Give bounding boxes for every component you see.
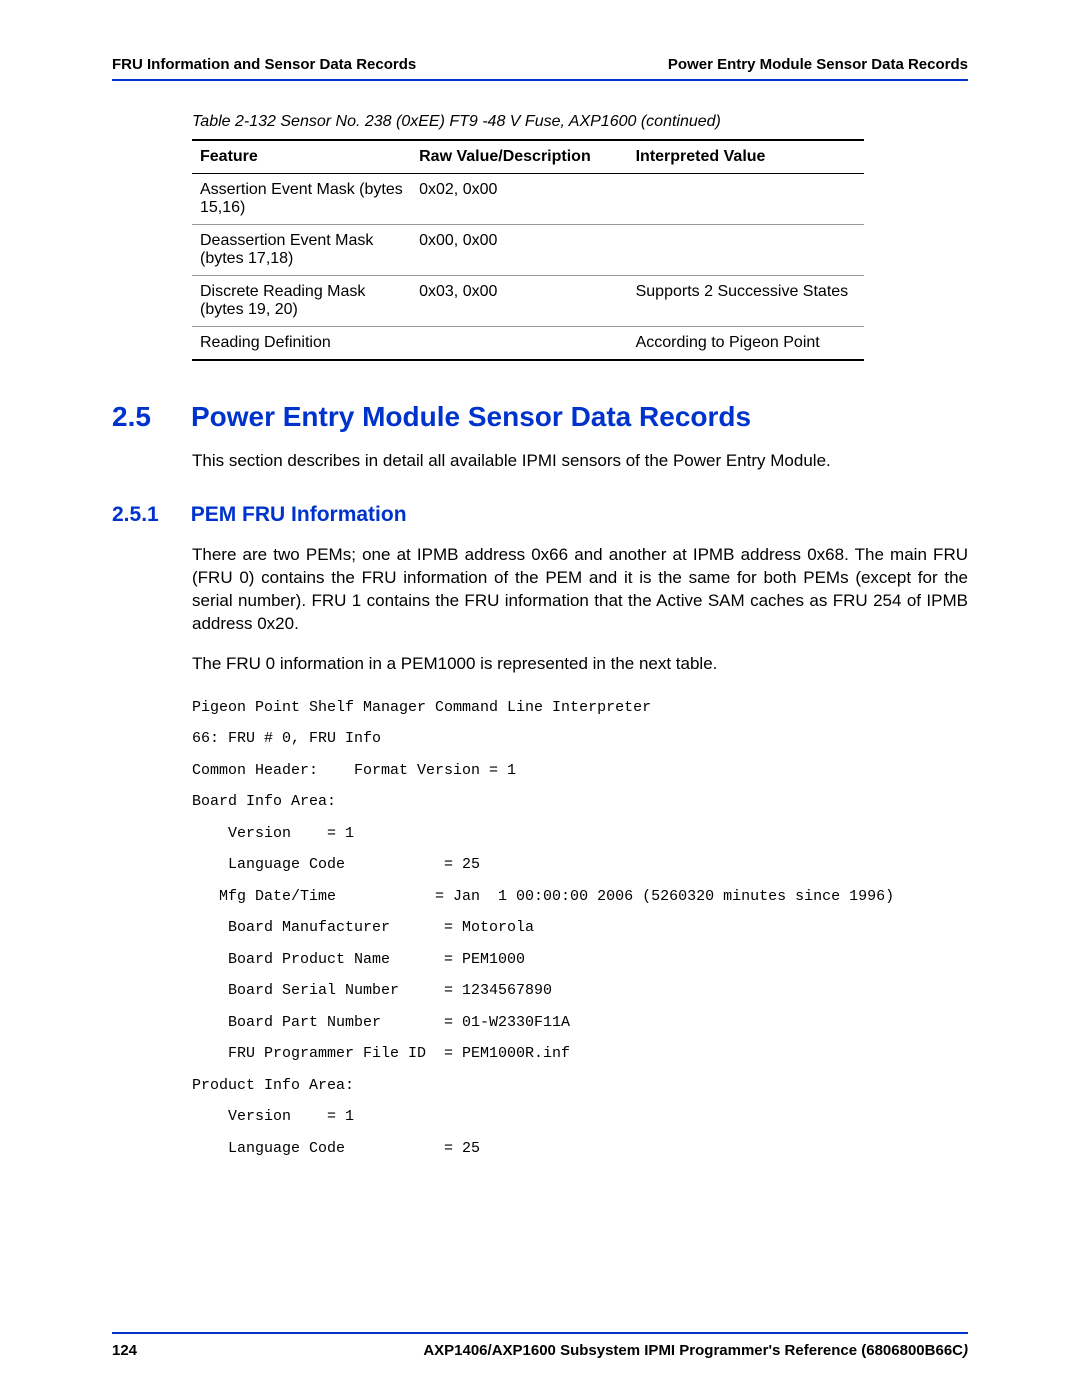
table-row: Reading Definition According to Pigeon P… (192, 327, 864, 361)
header-left: FRU Information and Sensor Data Records (112, 56, 416, 73)
cell-feature: Assertion Event Mask (bytes 15,16) (192, 174, 411, 225)
table-caption: Table 2-132 Sensor No. 238 (0xEE) FT9 -4… (192, 113, 968, 131)
subsection-title: PEM FRU Information (191, 503, 407, 527)
page-number: 124 (112, 1342, 137, 1359)
cell-feature: Reading Definition (192, 327, 411, 361)
document-page: FRU Information and Sensor Data Records … (0, 0, 1080, 1397)
subsection-heading: 2.5.1 PEM FRU Information (112, 503, 968, 527)
footer-docref-suffix: ) (963, 1342, 968, 1359)
page-footer: 124 AXP1406/AXP1600 Subsystem IPMI Progr… (112, 1332, 968, 1359)
cell-interp: Supports 2 Successive States (628, 276, 864, 327)
header-right: Power Entry Module Sensor Data Records (668, 56, 968, 73)
cell-raw: 0x03, 0x00 (411, 276, 628, 327)
sensor-table: Feature Raw Value/Description Interprete… (192, 139, 864, 361)
cell-feature: Deassertion Event Mask (bytes 17,18) (192, 225, 411, 276)
cell-feature: Discrete Reading Mask (bytes 19, 20) (192, 276, 411, 327)
footer-docref: AXP1406/AXP1600 Subsystem IPMI Programme… (423, 1342, 968, 1359)
cell-raw: 0x02, 0x00 (411, 174, 628, 225)
subsection-para1: There are two PEMs; one at IPMB address … (192, 544, 968, 636)
section-title: Power Entry Module Sensor Data Records (191, 401, 751, 433)
cell-interp (628, 225, 864, 276)
table-header-row: Feature Raw Value/Description Interprete… (192, 140, 864, 174)
code-block: Pigeon Point Shelf Manager Command Line … (192, 692, 968, 1165)
cell-raw: 0x00, 0x00 (411, 225, 628, 276)
page-header: FRU Information and Sensor Data Records … (112, 56, 968, 81)
cell-raw (411, 327, 628, 361)
subsection-para2: The FRU 0 information in a PEM1000 is re… (192, 653, 968, 676)
section-number: 2.5 (112, 401, 151, 433)
table-row: Discrete Reading Mask (bytes 19, 20) 0x0… (192, 276, 864, 327)
cell-interp: According to Pigeon Point (628, 327, 864, 361)
subsection-number: 2.5.1 (112, 503, 159, 527)
col-header-interp: Interpreted Value (628, 140, 864, 174)
cell-interp (628, 174, 864, 225)
section-intro: This section describes in detail all ava… (192, 450, 968, 473)
table-row: Assertion Event Mask (bytes 15,16) 0x02,… (192, 174, 864, 225)
col-header-raw: Raw Value/Description (411, 140, 628, 174)
col-header-feature: Feature (192, 140, 411, 174)
table-row: Deassertion Event Mask (bytes 17,18) 0x0… (192, 225, 864, 276)
section-heading: 2.5 Power Entry Module Sensor Data Recor… (112, 401, 968, 433)
footer-docref-text: AXP1406/AXP1600 Subsystem IPMI Programme… (423, 1342, 963, 1359)
